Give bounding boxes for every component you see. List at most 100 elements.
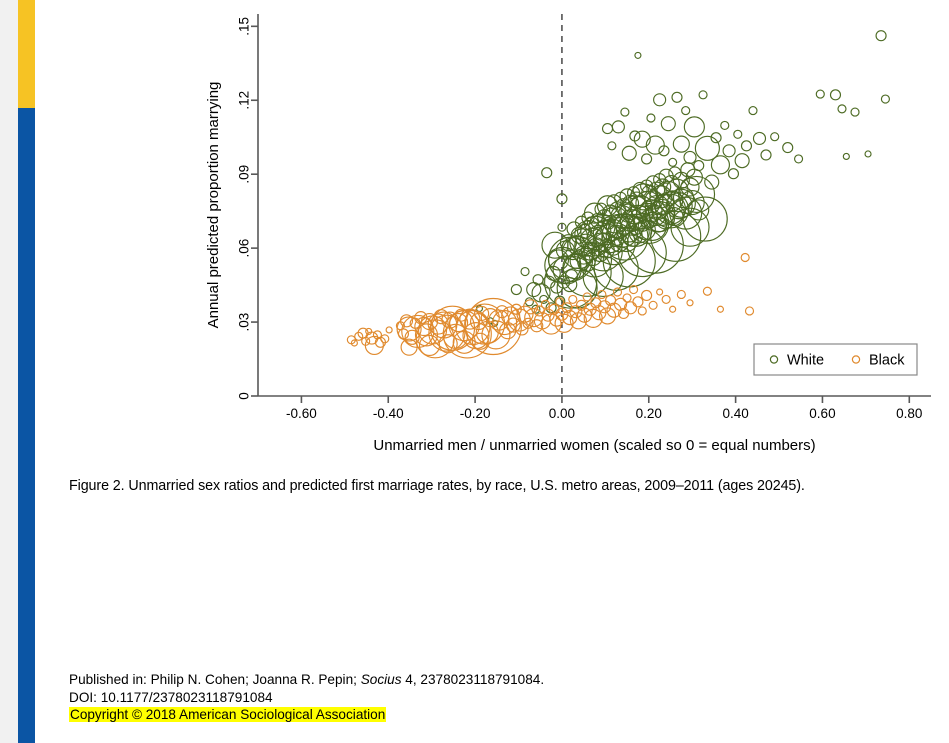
citation-block: Published in: Philip N. Cohen; Joanna R.…	[69, 671, 544, 724]
data-point	[720, 120, 730, 130]
data-point	[648, 300, 658, 310]
data-point	[683, 150, 697, 165]
x-axis-tick-label: -0.20	[460, 406, 491, 421]
data-point	[620, 107, 630, 117]
data-point	[645, 135, 665, 155]
data-point	[710, 155, 730, 175]
x-axis-tick-label: -0.40	[373, 406, 404, 421]
data-point	[634, 51, 642, 59]
data-point	[524, 297, 534, 307]
data-point	[744, 306, 755, 316]
x-axis-tick-label: 0.20	[636, 406, 662, 421]
data-point	[621, 145, 637, 161]
data-point	[704, 174, 720, 190]
data-point	[653, 93, 667, 107]
data-point	[520, 266, 530, 277]
data-point	[880, 94, 890, 104]
data-point	[702, 286, 712, 296]
data-point	[682, 196, 728, 242]
y-axis-tick-label: .12	[237, 91, 252, 110]
data-point	[770, 132, 780, 142]
figure-caption: Figure 2. Unmarried sex ratios and predi…	[69, 478, 805, 494]
data-point	[385, 326, 393, 334]
scatter-plot-svg: 0 .03 .06 .09 .12 .15 -0.60 -0.40 -0.20 0.00 0.20 0…	[205, 14, 931, 454]
data-point	[722, 144, 736, 158]
data-point	[733, 129, 743, 139]
x-axis-tick-label: 0.80	[896, 406, 922, 421]
data-point	[568, 294, 578, 304]
data-point	[716, 305, 724, 313]
data-point	[693, 159, 705, 172]
y-axis-tick-label: .03	[237, 313, 252, 332]
data-point	[837, 104, 847, 114]
data-point	[668, 157, 678, 167]
data-point	[646, 113, 656, 123]
data-point	[582, 292, 592, 302]
citation-published-prefix: Published in: Philip N. Cohen; Joanna R.…	[69, 672, 361, 687]
data-point	[641, 289, 653, 302]
data-point	[637, 306, 647, 316]
data-point	[510, 283, 522, 296]
data-point	[622, 293, 632, 303]
series-white	[475, 30, 890, 327]
data-point	[875, 30, 887, 42]
data-point	[740, 140, 753, 152]
legend-label-black: Black	[869, 353, 905, 369]
y-axis-tick-label: .06	[237, 239, 252, 258]
x-axis-tick-label: 0.60	[809, 406, 835, 421]
data-point	[815, 89, 825, 99]
data-point	[672, 135, 690, 153]
citation-published-line: Published in: Philip N. Cohen; Joanna R.…	[69, 671, 544, 689]
data-point	[842, 152, 850, 161]
citation-journal: Socius	[360, 672, 402, 687]
data-point	[727, 168, 740, 180]
data-point	[752, 131, 767, 146]
citation-doi: DOI: 10.1177/2378023118791084	[69, 689, 273, 705]
y-axis-title: Annual predicted proportion marrying	[205, 82, 222, 329]
data-point	[740, 252, 750, 263]
data-point	[611, 120, 625, 134]
data-point	[686, 299, 694, 307]
data-point	[656, 288, 664, 296]
x-axis-title: Unmarried men / unmarried women (scaled …	[373, 437, 815, 454]
data-point	[661, 294, 671, 304]
legend-label-white: White	[787, 353, 824, 369]
data-point	[597, 300, 612, 314]
data-point	[683, 116, 705, 138]
data-point	[793, 154, 804, 164]
data-point	[607, 141, 617, 151]
data-point	[782, 142, 794, 154]
figure-2-scatter-plot: 0 .03 .06 .09 .12 .15 -0.60 -0.40 -0.20 0.00 0.20 0…	[35, 0, 949, 470]
x-axis-tick-label: 0.00	[549, 406, 575, 421]
data-point	[623, 301, 638, 315]
data-point	[829, 89, 842, 101]
data-point	[681, 106, 691, 116]
data-point	[601, 123, 614, 135]
data-point	[850, 107, 860, 117]
x-axis-tick-label: -0.60	[286, 406, 317, 421]
data-point	[748, 106, 758, 116]
page-content: 0 .03 .06 .09 .12 .15 -0.60 -0.40 -0.20 0.00 0.20 0…	[35, 0, 949, 743]
data-point	[864, 150, 872, 158]
data-point	[524, 308, 544, 328]
left-page-margin	[0, 0, 18, 743]
data-point	[541, 167, 553, 179]
data-point	[671, 91, 683, 103]
data-point	[660, 116, 676, 132]
data-point	[669, 305, 677, 313]
page-canvas: 0 .03 .06 .09 .12 .15 -0.60 -0.40 -0.20 0.00 0.20 0…	[0, 0, 949, 743]
data-point	[612, 287, 623, 297]
y-axis-tick-label: .15	[237, 17, 252, 36]
data-point	[532, 274, 544, 286]
data-point	[760, 149, 772, 161]
citation-copyright-line: Copyright © 2018 American Sociological A…	[69, 706, 544, 724]
citation-copyright: Copyright © 2018 American Sociological A…	[69, 707, 387, 723]
data-point	[734, 153, 750, 169]
sidebar-accent-yellow	[18, 0, 35, 108]
data-point	[698, 90, 708, 100]
citation-published-suffix: 4, 2378023118791084.	[401, 672, 545, 687]
data-point	[676, 289, 686, 300]
sidebar-accent-blue	[18, 108, 35, 743]
data-point	[632, 296, 644, 308]
y-axis-tick-label: 0	[237, 392, 252, 400]
